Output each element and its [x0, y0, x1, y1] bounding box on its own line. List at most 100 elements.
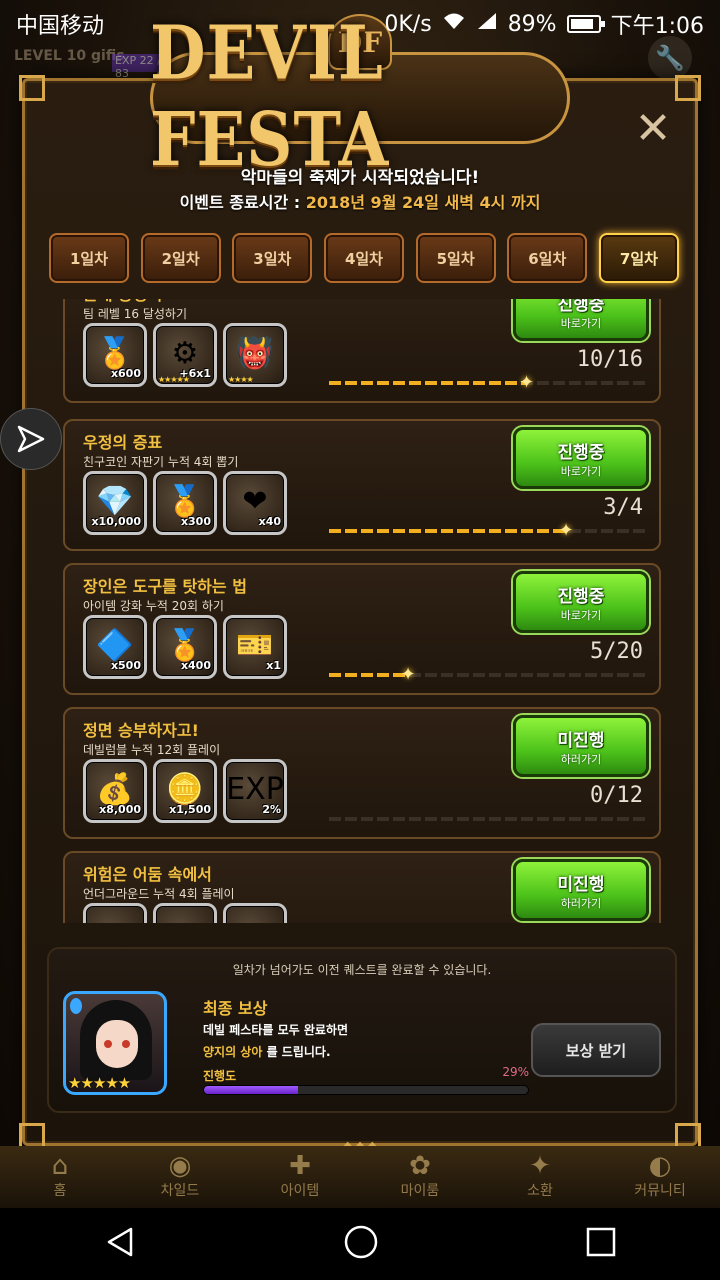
quest-action: 하러가기 — [560, 896, 602, 910]
wifi-icon — [442, 11, 466, 37]
battery-icon — [566, 15, 605, 33]
game-nav-label: 소환 — [527, 1183, 553, 1199]
quest-card: 위험은 어둠 속에서 언더그라운드 누적 4회 플레이 미진행 하러가기 — [63, 851, 661, 923]
game-nav-item[interactable]: ◐ 커뮤니티 — [600, 1146, 720, 1208]
quest-desc: 팀 레벨 16 달성하기 — [83, 307, 187, 321]
home-circle-icon[interactable] — [343, 1224, 379, 1264]
quest-card: 우정의 증표 친구코인 자판기 누적 4회 뽑기 💎 x10,000 🏅 x30… — [63, 419, 661, 551]
quest-go-button[interactable]: 진행중 바로가기 — [513, 299, 649, 341]
quest-progress-text: 5/20 — [590, 639, 643, 664]
panel-corner — [675, 75, 701, 101]
progress-fill — [204, 1086, 298, 1094]
quest-go-button[interactable]: 미진행 하러가기 — [513, 715, 649, 777]
tab-day-4[interactable]: 4일차 — [323, 233, 404, 283]
quest-card: 존재 증명서 팀 레벨 16 달성하기 🏅 x600 ⚙ +6x1 ★★★★★ … — [63, 299, 661, 403]
reward-item[interactable] — [83, 903, 147, 923]
signal-icon — [476, 11, 498, 37]
reward-count: x40 — [258, 515, 281, 528]
game-nav-label: 아이템 — [280, 1183, 320, 1199]
reward-item[interactable]: 🏅 x400 — [153, 615, 217, 679]
final-reward-title: 최종 보상 — [203, 999, 268, 1018]
reward-item[interactable]: 👹 ★★★★ — [223, 323, 287, 387]
game-nav-item[interactable]: ✦ 소환 — [480, 1146, 600, 1208]
final-reward-desc: 데빌 페스타를 모두 완료하면 — [203, 1023, 349, 1037]
dark-item-icon — [156, 906, 214, 923]
share-button[interactable] — [0, 408, 62, 470]
progress-label: 진행도 — [203, 1069, 237, 1083]
quest-title: 장인은 도구를 탓하는 법 — [83, 577, 247, 596]
reward-item[interactable] — [153, 903, 217, 923]
quest-rewards: 💰 x8,000 🪙 x1,500 EXP 2% — [83, 759, 287, 823]
tab-day-3[interactable]: 3일차 — [232, 233, 313, 283]
clock: 下午1:06 — [610, 14, 704, 39]
recent-apps-icon[interactable] — [585, 1226, 617, 1262]
carrier-name: 中国移动 — [16, 14, 105, 39]
quest-progress-bar: ✦ — [329, 666, 645, 684]
quest-desc: 아이템 강화 누적 20회 하기 — [83, 599, 224, 613]
reward-item[interactable]: 🪙 x1,500 — [153, 759, 217, 823]
reward-item[interactable]: EXP 2% — [223, 759, 287, 823]
reward-character-name: 양지의 상아 — [203, 1045, 263, 1059]
reward-count: x400 — [180, 659, 211, 672]
back-icon[interactable] — [103, 1225, 137, 1263]
tab-day-7[interactable]: 7일차 — [598, 233, 679, 283]
reward-item[interactable]: 🔷 x500 — [83, 615, 147, 679]
claim-reward-button[interactable]: 보상 받기 — [531, 1023, 661, 1077]
tab-day-2[interactable]: 2일차 — [140, 233, 221, 283]
quest-go-button[interactable]: 진행중 바로가기 — [513, 571, 649, 633]
reward-count: 2% — [262, 803, 281, 816]
quest-go-button[interactable]: 진행중 바로가기 — [513, 427, 649, 489]
game-nav-label: 커뮤니티 — [634, 1183, 686, 1199]
game-nav-item[interactable]: ✚ 아이템 — [240, 1146, 360, 1208]
quest-go-button[interactable]: 미진행 하러가기 — [513, 859, 649, 921]
reward-item[interactable]: 🏅 x300 — [153, 471, 217, 535]
tab-day-6[interactable]: 6일차 — [507, 233, 588, 283]
tab-day-1[interactable]: 1일차 — [49, 233, 129, 283]
quest-list[interactable]: 존재 증명서 팀 레벨 16 달성하기 🏅 x600 ⚙ +6x1 ★★★★★ … — [63, 299, 663, 923]
item-icon: ✚ — [289, 1151, 311, 1181]
star-rating: ★★★★★ — [68, 1074, 131, 1092]
game-bottom-nav: ⌂ 홈 ◉ 차일드 ✚ 아이템 ✿ 마이룸 ✦ 소환 ◐ 커뮤니티 — [0, 1146, 720, 1208]
progress-fill — [329, 673, 408, 677]
tab-day-5[interactable]: 5일차 — [415, 233, 496, 283]
quest-status: 미진행 — [557, 874, 605, 895]
quest-progress-text: 10/16 — [576, 347, 643, 372]
final-reward-desc-2: 양지의 상아 를 드립니다. — [203, 1045, 331, 1059]
close-button[interactable]: ✕ — [633, 107, 673, 151]
app-root: { "status_bar": { "carrier": "中国移动", "sp… — [0, 0, 720, 1280]
water-element-icon — [70, 998, 82, 1014]
reward-stars: ★★★★ — [228, 375, 254, 384]
sparkle-icon: ✦ — [558, 520, 574, 541]
reward-count: x300 — [180, 515, 211, 528]
reward-count: x8,000 — [99, 803, 141, 816]
reward-item[interactable]: 💎 x10,000 — [83, 471, 147, 535]
event-end-time: 이벤트 종료시간 : 2018년 9월 24일 새벽 4시 까지 — [25, 189, 695, 213]
reward-count: x600 — [110, 367, 141, 380]
dark-item-icon — [86, 906, 144, 923]
reward-item[interactable]: ⚙ +6x1 ★★★★★ — [153, 323, 217, 387]
quest-desc: 언더그라운드 누적 4회 플레이 — [83, 887, 235, 901]
quest-status: 진행중 — [557, 299, 605, 315]
quest-desc: 데빌럼블 누적 12회 플레이 — [83, 743, 221, 757]
reward-item[interactable] — [223, 903, 287, 923]
event-panel: ✕ 악마들의 축제가 시작되었습니다! 이벤트 종료시간 : 2018년 9월 … — [19, 75, 701, 1156]
reward-count: x500 — [110, 659, 141, 672]
quest-progress-text: 3/4 — [603, 495, 643, 520]
home-icon: ⌂ — [51, 1151, 69, 1181]
game-nav-item[interactable]: ◉ 차일드 — [120, 1146, 240, 1208]
quest-title: 위험은 어둠 속에서 — [83, 865, 212, 884]
quest-status: 미진행 — [557, 730, 605, 751]
reward-item[interactable]: 💰 x8,000 — [83, 759, 147, 823]
game-nav-item[interactable]: ✿ 마이룸 — [360, 1146, 480, 1208]
game-nav-item[interactable]: ⌂ 홈 — [0, 1146, 120, 1208]
quest-title: 정면 승부하자고! — [83, 721, 199, 740]
quest-progress-bar — [329, 817, 645, 821]
panel-corner — [19, 75, 45, 101]
reward-item[interactable]: 🏅 x600 — [83, 323, 147, 387]
community-icon: ◐ — [648, 1151, 672, 1181]
character-portrait[interactable]: ★★★★★ — [63, 991, 167, 1095]
quest-card: 정면 승부하자고! 데빌럼블 누적 12회 플레이 💰 x8,000 🪙 x1,… — [63, 707, 661, 839]
reward-item[interactable]: 🎫 x1 — [223, 615, 287, 679]
reward-item[interactable]: ❤ x40 — [223, 471, 287, 535]
quest-rewards: 🔷 x500 🏅 x400 🎫 x1 — [83, 615, 287, 679]
